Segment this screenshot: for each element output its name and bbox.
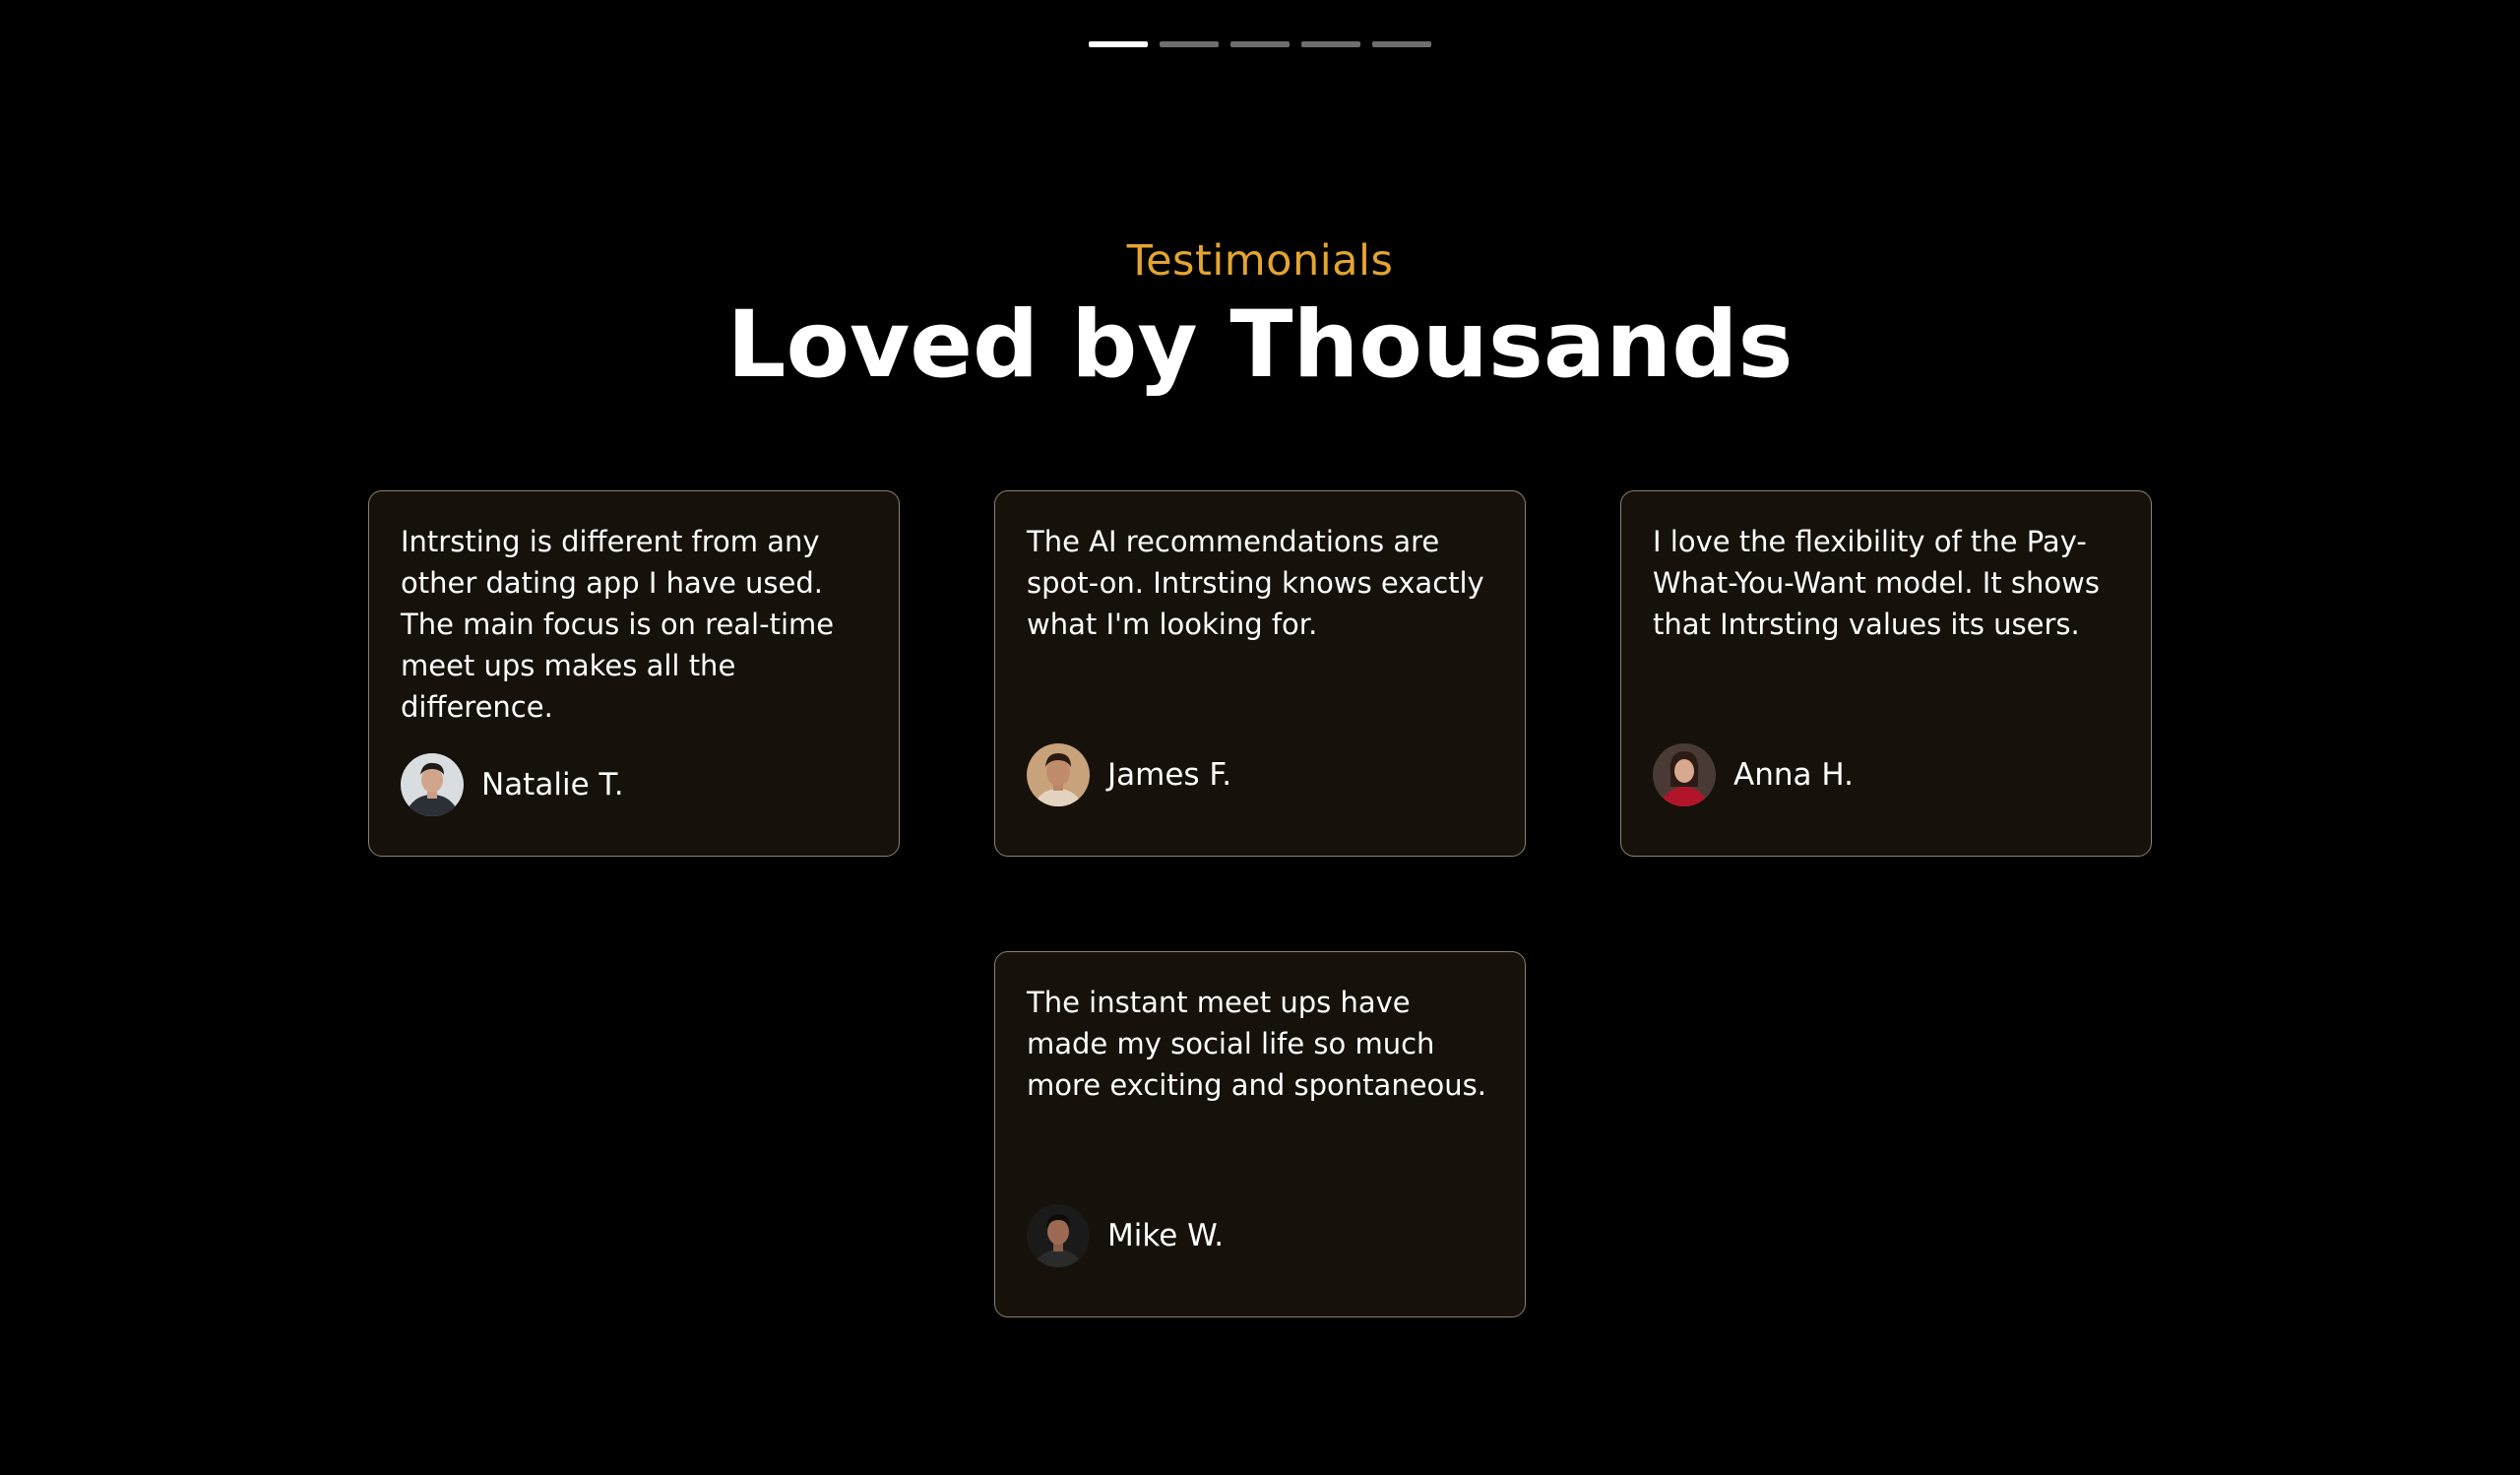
- carousel-indicator-5[interactable]: [1372, 41, 1431, 47]
- testimonial-quote: The AI recommendations are spot-on. Intr…: [1027, 525, 1484, 641]
- author-name: James F.: [1107, 757, 1232, 793]
- avatar: [401, 753, 464, 816]
- testimonial-author: Natalie T.: [401, 753, 624, 816]
- author-name: Mike W.: [1107, 1218, 1225, 1253]
- testimonial-card: The AI recommendations are spot-on. Intr…: [994, 490, 1526, 857]
- testimonials-page: Testimonials Loved by Thousands Intrstin…: [0, 0, 2520, 1475]
- carousel-indicator-2[interactable]: [1160, 41, 1219, 47]
- testimonial-quote: I love the flexibility of the Pay-What-Y…: [1653, 525, 2100, 641]
- avatar: [1653, 743, 1716, 806]
- testimonial-card: I love the flexibility of the Pay-What-Y…: [1620, 490, 2152, 857]
- section-eyebrow: Testimonials: [1126, 236, 1394, 286]
- carousel-indicators: [1089, 41, 1431, 47]
- carousel-indicator-1[interactable]: [1089, 41, 1148, 47]
- testimonial-author: Mike W.: [1027, 1204, 1224, 1267]
- testimonial-author: James F.: [1027, 743, 1231, 806]
- testimonial-author: Anna H.: [1653, 743, 1854, 806]
- testimonial-card: Intrsting is different from any other da…: [368, 490, 900, 857]
- author-name: Natalie T.: [481, 767, 624, 802]
- author-name: Anna H.: [1733, 757, 1854, 793]
- testimonial-quote: The instant meet ups have made my social…: [1027, 986, 1486, 1102]
- avatar: [1027, 1204, 1090, 1267]
- testimonial-quote: Intrsting is different from any other da…: [401, 525, 835, 724]
- section-title: Loved by Thousands: [726, 291, 1794, 399]
- testimonial-card: The instant meet ups have made my social…: [994, 951, 1526, 1317]
- carousel-indicator-3[interactable]: [1230, 41, 1290, 47]
- carousel-indicator-4[interactable]: [1301, 41, 1360, 47]
- avatar: [1027, 743, 1090, 806]
